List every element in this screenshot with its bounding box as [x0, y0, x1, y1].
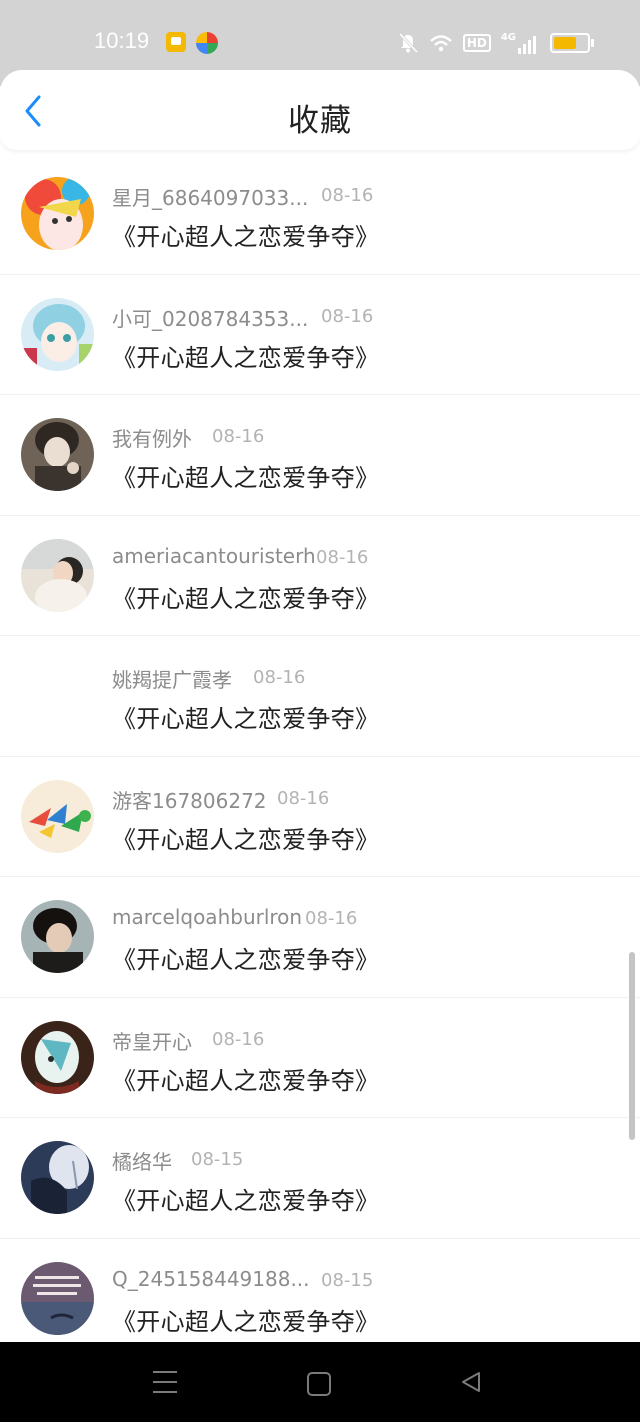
list-item[interactable]: 星月_6864097033... 08-16 《开心超人之恋爱争夺》 — [0, 154, 640, 275]
avatar[interactable] — [21, 418, 94, 491]
avatar[interactable] — [21, 538, 94, 612]
app-colorful-icon — [196, 32, 218, 54]
date: 08-16 — [277, 787, 330, 809]
date: 08-16 — [305, 908, 358, 929]
avatar[interactable] — [21, 177, 94, 250]
list-item[interactable]: 姚羯提广霞孝 08-16 《开心超人之恋爱争夺》 — [0, 636, 640, 757]
username: 橘络华 — [112, 1150, 172, 1174]
username: 我有例外 — [112, 427, 192, 451]
item-title: 《开心超人之恋爱争夺》 — [112, 223, 380, 251]
username: 帝皇开心 — [112, 1029, 192, 1054]
home-icon[interactable] — [307, 1372, 331, 1396]
item-title: 《开心超人之恋爱争夺》 — [112, 705, 380, 733]
date: 08-16 — [321, 305, 374, 327]
avatar[interactable] — [21, 1141, 94, 1214]
list-item[interactable]: 我有例外 08-16 《开心超人之恋爱争夺》 — [0, 395, 640, 516]
navigation-bar — [0, 1342, 640, 1422]
username: 星月_6864097033... — [112, 186, 309, 210]
username: 游客167806272 — [112, 788, 267, 813]
username: Q_245158449188... — [112, 1266, 310, 1291]
date: 08-16 — [321, 185, 374, 206]
list-item[interactable]: 橘络华 08-15 《开心超人之恋爱争夺》 — [0, 1118, 640, 1239]
avatar[interactable] — [21, 900, 94, 973]
avatar[interactable] — [21, 1020, 94, 1094]
avatar[interactable] — [21, 1261, 94, 1335]
username: ameriacantouristerh — [112, 543, 316, 568]
date: 08-15 — [191, 1149, 244, 1170]
username: 小可_0208784353... — [112, 306, 309, 331]
item-title: 《开心超人之恋爱争夺》 — [112, 584, 380, 613]
battery-icon — [550, 33, 594, 53]
date: 08-16 — [253, 667, 306, 688]
list-item[interactable]: 小可_0208784353... 08-16 《开心超人之恋爱争夺》 — [0, 275, 640, 395]
signal-4g-icon: 4G — [501, 32, 536, 54]
menu-icon[interactable] — [153, 1371, 177, 1393]
date: 08-16 — [212, 426, 265, 447]
item-title: 《开心超人之恋爱争夺》 — [112, 1187, 380, 1215]
header: 收藏 — [0, 70, 640, 150]
favorites-list: 星月_6864097033... 08-16 《开心超人之恋爱争夺》 小可_02… — [0, 154, 640, 1359]
status-icons: HD 4G — [397, 30, 594, 56]
date: 08-16 — [316, 546, 369, 568]
network-type-label: 4G — [500, 32, 516, 43]
date: 08-16 — [212, 1028, 265, 1050]
page-title: 收藏 — [288, 103, 352, 139]
scrollbar[interactable] — [629, 952, 635, 1140]
item-title: 《开心超人之恋爱争夺》 — [112, 825, 380, 854]
list-item[interactable]: Q_245158449188... 08-15 《开心超人之恋爱争夺》 — [0, 1239, 640, 1359]
app-notification-icon — [166, 32, 186, 52]
item-title: 《开心超人之恋爱争夺》 — [112, 946, 380, 974]
item-title: 《开心超人之恋爱争夺》 — [112, 1066, 380, 1095]
avatar[interactable] — [21, 779, 94, 853]
item-title: 《开心超人之恋爱争夺》 — [112, 343, 380, 372]
wifi-icon — [430, 35, 452, 52]
item-title: 《开心超人之恋爱争夺》 — [112, 1307, 380, 1336]
list-item[interactable]: 游客167806272 08-16 《开心超人之恋爱争夺》 — [0, 757, 640, 877]
list-item[interactable]: ameriacantouristerh 08-16 《开心超人之恋爱争夺》 — [0, 516, 640, 636]
date: 08-15 — [321, 1269, 374, 1291]
username: 姚羯提广霞孝 — [112, 668, 232, 692]
hd-icon: HD — [462, 34, 491, 52]
list-item[interactable]: marcelqoahburlron 08-16 《开心超人之恋爱争夺》 — [0, 877, 640, 998]
username: marcelqoahburlron — [112, 905, 303, 929]
status-time: 10:19 — [94, 28, 150, 53]
back-triangle-icon[interactable] — [459, 1370, 483, 1394]
mute-icon — [398, 32, 418, 54]
item-title: 《开心超人之恋爱争夺》 — [112, 464, 380, 492]
avatar[interactable] — [21, 297, 94, 371]
avatar[interactable] — [21, 659, 94, 732]
list-item[interactable]: 帝皇开心 08-16 《开心超人之恋爱争夺》 — [0, 998, 640, 1118]
